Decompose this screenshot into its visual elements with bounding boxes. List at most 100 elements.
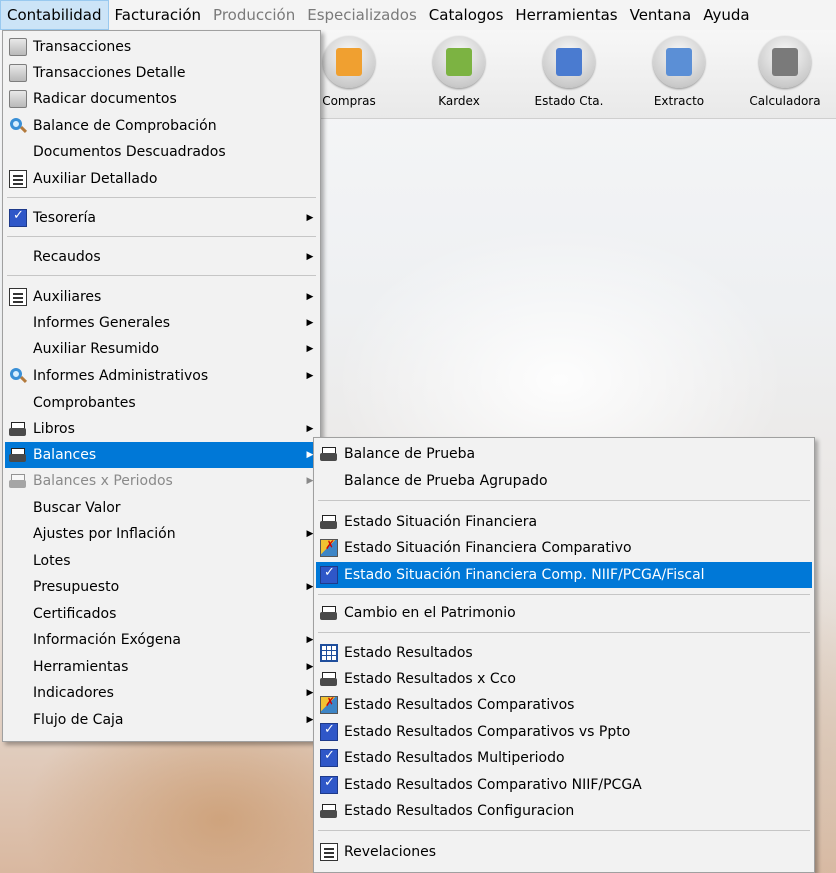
submenu-arrow-icon: ▶ [306, 292, 314, 302]
submenu-item-estado-resultados-niif-pcga[interactable]: Estado Resultados Comparativo NIIF/PCGA [316, 772, 812, 798]
submenu-item-revelaciones[interactable]: Revelaciones [316, 839, 812, 865]
menu-separator [7, 275, 316, 276]
menu-separator [318, 500, 810, 501]
submenu-arrow-icon: ▶ [306, 318, 314, 328]
id-card-icon [556, 48, 582, 76]
menu-item-lotes[interactable]: Lotes [5, 548, 318, 574]
menubar-herramientas[interactable]: Herramientas [509, 0, 623, 30]
menu-item-auxiliares[interactable]: Auxiliares ▶ [5, 284, 318, 310]
menu-item-transacciones-detalle[interactable]: Transacciones Detalle [5, 60, 318, 86]
menu-item-informes-generales[interactable]: Informes Generales ▶ [5, 310, 318, 336]
menubar-produccion[interactable]: Producción [207, 0, 301, 30]
checklist-icon [9, 208, 27, 227]
extracto-button[interactable]: Extracto [634, 36, 724, 114]
submenu-item-estado-resultados-comparativos[interactable]: Estado Resultados Comparativos [316, 692, 812, 718]
menubar-facturacion[interactable]: Facturación [109, 0, 208, 30]
grid-icon [320, 644, 338, 662]
submenu-arrow-icon: ▶ [306, 252, 314, 262]
menu-item-presupuesto[interactable]: Presupuesto ▶ [5, 574, 318, 600]
extracto-label: Extracto [653, 94, 705, 108]
submenu-arrow-icon: ▶ [306, 371, 314, 381]
toolbar: Compras Kardex Estado Cta. Extracto Calc… [300, 30, 836, 119]
menu-item-radicar-documentos[interactable]: Radicar documentos [5, 86, 318, 112]
printer-icon [320, 513, 338, 531]
menu-separator [318, 594, 810, 595]
printer-icon [320, 802, 338, 820]
calculadora-label: Calculadora [749, 94, 821, 108]
estado-cta-label: Estado Cta. [534, 94, 604, 108]
contabilidad-menu: Transacciones Transacciones Detalle Radi… [2, 30, 321, 742]
printer-icon [9, 472, 27, 490]
kardex-button[interactable]: Kardex [414, 36, 504, 114]
menu-item-balance-comprobacion[interactable]: Balance de Comprobación [5, 113, 318, 139]
ledger-icon [9, 288, 27, 306]
menu-item-auxiliar-resumido[interactable]: Auxiliar Resumido ▶ [5, 336, 318, 362]
menu-item-auxiliar-detallado[interactable]: Auxiliar Detallado [5, 166, 318, 192]
printer-icon [9, 420, 27, 438]
menu-item-tesoreria[interactable]: Tesorería ▶ [5, 205, 318, 231]
submenu-item-estado-resultados[interactable]: Estado Resultados [316, 640, 812, 666]
submenu-item-balance-prueba[interactable]: Balance de Prueba [316, 441, 812, 467]
menu-separator [318, 830, 810, 831]
submenu-item-estado-resultados-vs-ppto[interactable]: Estado Resultados Comparativos vs Ppto [316, 719, 812, 745]
submenu-item-estado-situacion-financiera-comparativo[interactable]: Estado Situación Financiera Comparativo [316, 535, 812, 561]
estado-cta-button[interactable]: Estado Cta. [524, 36, 614, 114]
checklist-icon [320, 565, 338, 584]
menubar-especializados[interactable]: Especializados [301, 0, 423, 30]
menu-item-buscar-valor[interactable]: Buscar Valor [5, 495, 318, 521]
printer-icon [320, 670, 338, 688]
menu-item-balances-x-periodos[interactable]: Balances x Periodos ▶ [5, 468, 318, 494]
menu-item-libros[interactable]: Libros ▶ [5, 416, 318, 442]
submenu-item-cambio-patrimonio[interactable]: Cambio en el Patrimonio [316, 600, 812, 626]
menu-item-transacciones[interactable]: Transacciones [5, 34, 318, 60]
calculator-icon [772, 48, 798, 76]
menu-separator [318, 632, 810, 633]
menu-item-recaudos[interactable]: Recaudos ▶ [5, 244, 318, 270]
menubar-contabilidad[interactable]: Contabilidad [0, 0, 109, 30]
submenu-item-estado-resultados-cco[interactable]: Estado Resultados x Cco [316, 666, 812, 692]
menu-separator [7, 236, 316, 237]
submenu-arrow-icon: ▶ [306, 213, 314, 223]
compare-icon [320, 538, 338, 557]
submenu-item-estado-situacion-financiera[interactable]: Estado Situación Financiera [316, 509, 812, 535]
printer-icon [9, 446, 27, 464]
menu-item-balances[interactable]: Balances ▶ [5, 442, 318, 468]
calculadora-button[interactable]: Calculadora [740, 36, 830, 114]
submenu-item-estado-resultados-multiperiodo[interactable]: Estado Resultados Multiperiodo [316, 745, 812, 771]
menu-item-ajustes-inflacion[interactable]: Ajustes por Inflación ▶ [5, 521, 318, 547]
ledger-icon [9, 170, 27, 188]
magnifier-icon [9, 117, 28, 135]
document-back-icon [666, 48, 692, 76]
submenu-arrow-icon: ▶ [306, 424, 314, 434]
submenu-item-estado-situacion-niif-pcga-fiscal[interactable]: Estado Situación Financiera Comp. NIIF/P… [316, 562, 812, 588]
menu-item-indicadores[interactable]: Indicadores ▶ [5, 680, 318, 706]
ledger-icon [320, 843, 338, 861]
menubar-catalogos[interactable]: Catalogos [423, 0, 510, 30]
menu-item-informacion-exogena[interactable]: Información Exógena ▶ [5, 627, 318, 653]
menu-item-herramientas[interactable]: Herramientas ▶ [5, 654, 318, 680]
clipboard-add-icon [446, 48, 472, 76]
menu-separator [7, 197, 316, 198]
menu-item-documentos-descuadrados[interactable]: Documentos Descuadrados [5, 139, 318, 165]
menu-item-certificados[interactable]: Certificados [5, 601, 318, 627]
gray-document-icon [9, 38, 27, 56]
checklist-icon [320, 748, 338, 767]
menu-item-informes-administrativos[interactable]: Informes Administrativos ▶ [5, 363, 318, 389]
submenu-item-balance-prueba-agrupado[interactable]: Balance de Prueba Agrupado [316, 468, 812, 494]
checklist-icon [320, 722, 338, 741]
gray-document-icon [9, 64, 27, 82]
truck-icon [336, 48, 362, 76]
menubar-ayuda[interactable]: Ayuda [697, 0, 755, 30]
menu-item-flujo-de-caja[interactable]: Flujo de Caja ▶ [5, 707, 318, 733]
submenu-item-estado-resultados-configuracion[interactable]: Estado Resultados Configuracion [316, 798, 812, 824]
balances-submenu: Balance de Prueba Balance de Prueba Agru… [313, 437, 815, 873]
gray-document-icon [9, 90, 27, 108]
printer-icon [320, 604, 338, 622]
menubar-ventana[interactable]: Ventana [624, 0, 698, 30]
compare-icon [320, 695, 338, 714]
menu-bar: Contabilidad Facturación Producción Espe… [0, 0, 836, 30]
kardex-label: Kardex [438, 94, 480, 108]
menu-item-comprobantes[interactable]: Comprobantes [5, 390, 318, 416]
magnifier-icon [9, 367, 28, 385]
submenu-arrow-icon: ▶ [306, 344, 314, 354]
